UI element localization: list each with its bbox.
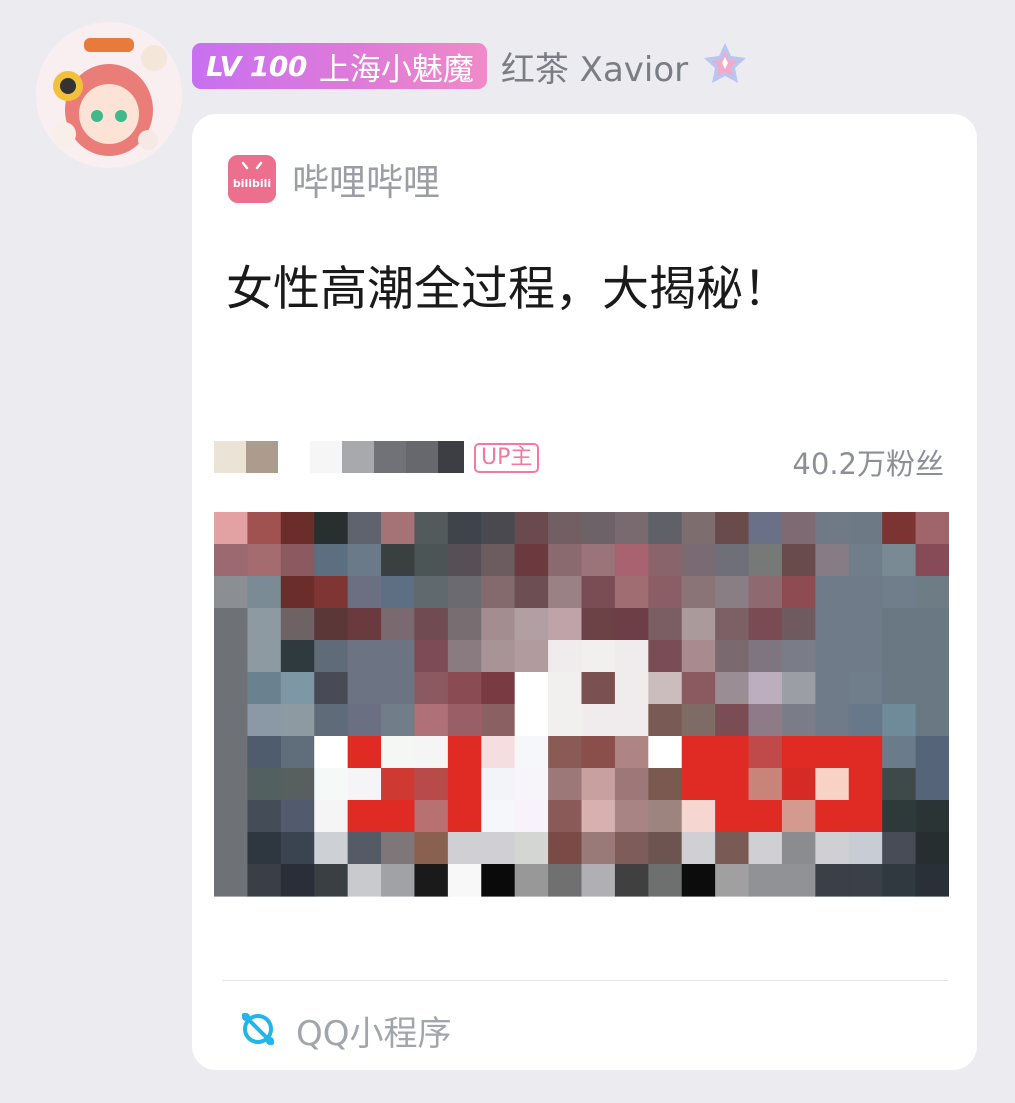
sender-nickname[interactable]: 红茶 Xavior — [501, 42, 688, 91]
bilibili-icon-text: bilibili — [233, 177, 271, 190]
sender-avatar[interactable] — [36, 22, 182, 168]
fans-count: 40.2万粉丝 — [792, 447, 944, 481]
uploader-row: UP主 40.2万粉丝 — [214, 439, 944, 481]
video-thumbnail[interactable] — [214, 504, 949, 914]
mini-program-card[interactable]: bilibili 哔哩哔哩 女性高潮全过程，大揭秘！ UP主 40.2万粉丝 Q… — [192, 114, 977, 1070]
uploader-name-mosaic — [214, 441, 464, 473]
qq-mini-program-icon — [238, 1009, 278, 1053]
bilibili-icon: bilibili — [228, 155, 276, 203]
level-badge[interactable]: LV 100 上海小魅魔 — [192, 43, 487, 89]
card-footer[interactable]: QQ小程序 — [238, 1006, 452, 1055]
up-badge: UP主 — [474, 443, 540, 473]
app-row: bilibili 哔哩哔哩 — [228, 152, 440, 206]
sender-header: LV 100 上海小魅魔 红茶 Xavior — [192, 42, 748, 90]
footer-label: QQ小程序 — [296, 1014, 452, 1054]
card-divider — [222, 980, 948, 981]
app-name: 哔哩哔哩 — [292, 161, 440, 204]
rank-icon — [702, 41, 748, 91]
group-title: 上海小魅魔 — [318, 51, 474, 88]
video-title: 女性高潮全过程，大揭秘！ — [226, 262, 790, 317]
level-text: LV 100 — [206, 49, 307, 83]
